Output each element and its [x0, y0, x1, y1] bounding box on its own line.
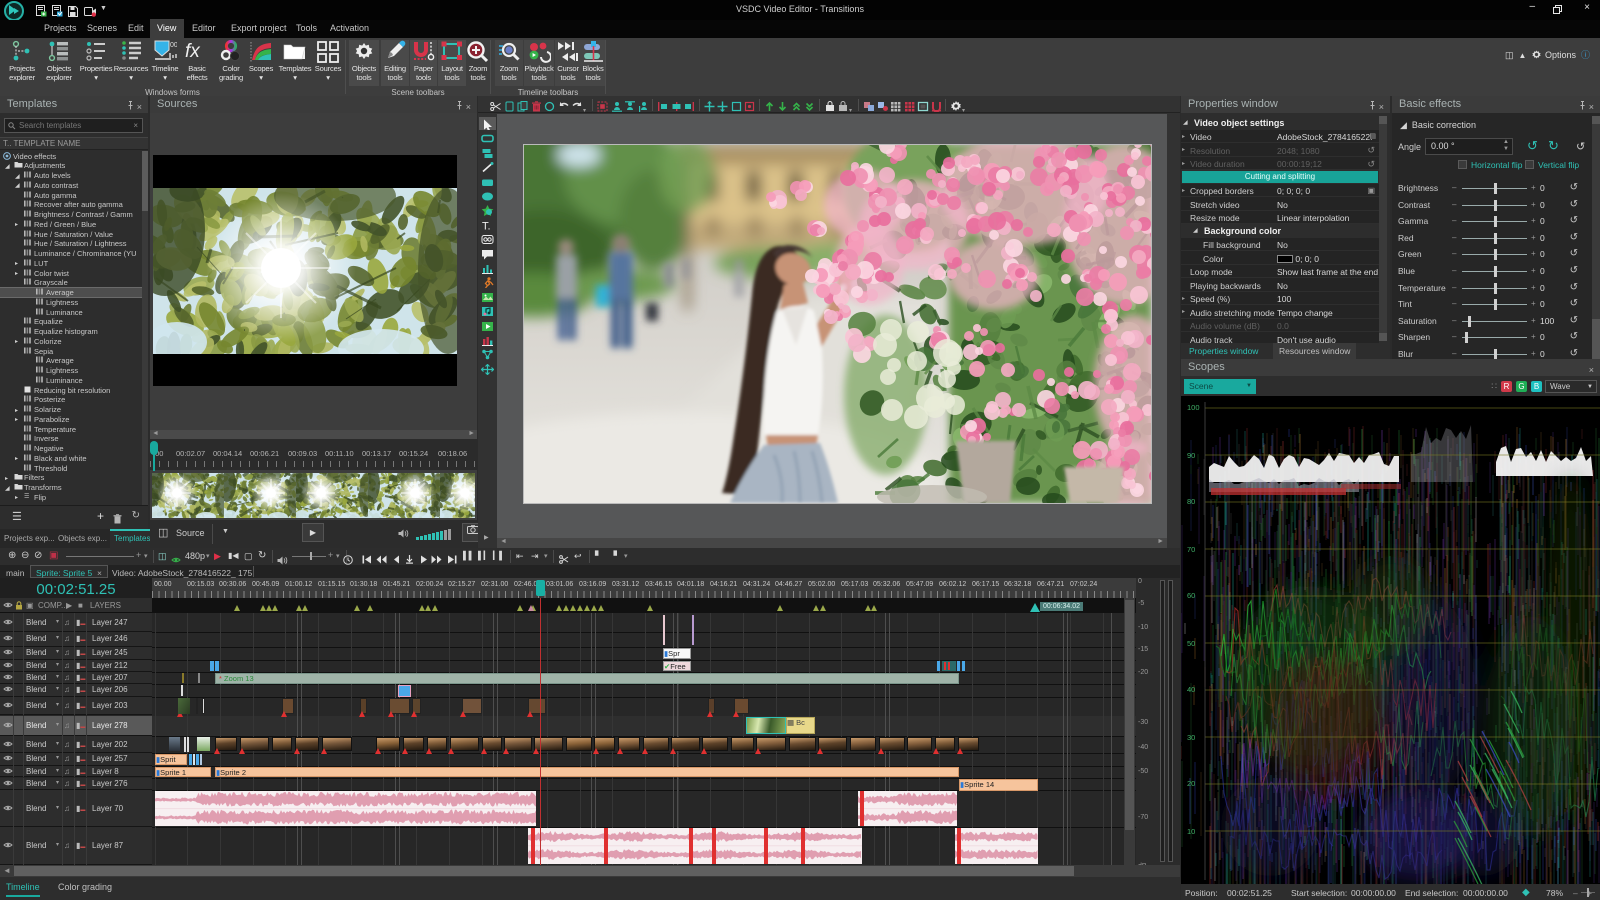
svg-text:70: 70	[1187, 545, 1195, 554]
svg-text:40: 40	[1187, 685, 1195, 694]
svg-text:10: 10	[1187, 827, 1195, 836]
svg-text:100: 100	[1187, 403, 1200, 412]
svg-text:T.: T.	[482, 221, 491, 232]
svg-text:00: 00	[170, 42, 177, 49]
svg-text:30: 30	[1187, 733, 1195, 742]
svg-text:fx: fx	[185, 41, 201, 62]
svg-text:20: 20	[1187, 779, 1195, 788]
svg-text:60: 60	[1187, 591, 1195, 600]
svg-text:50: 50	[1187, 639, 1195, 648]
svg-text:90: 90	[1187, 451, 1195, 460]
svg-text:80: 80	[1187, 497, 1195, 506]
